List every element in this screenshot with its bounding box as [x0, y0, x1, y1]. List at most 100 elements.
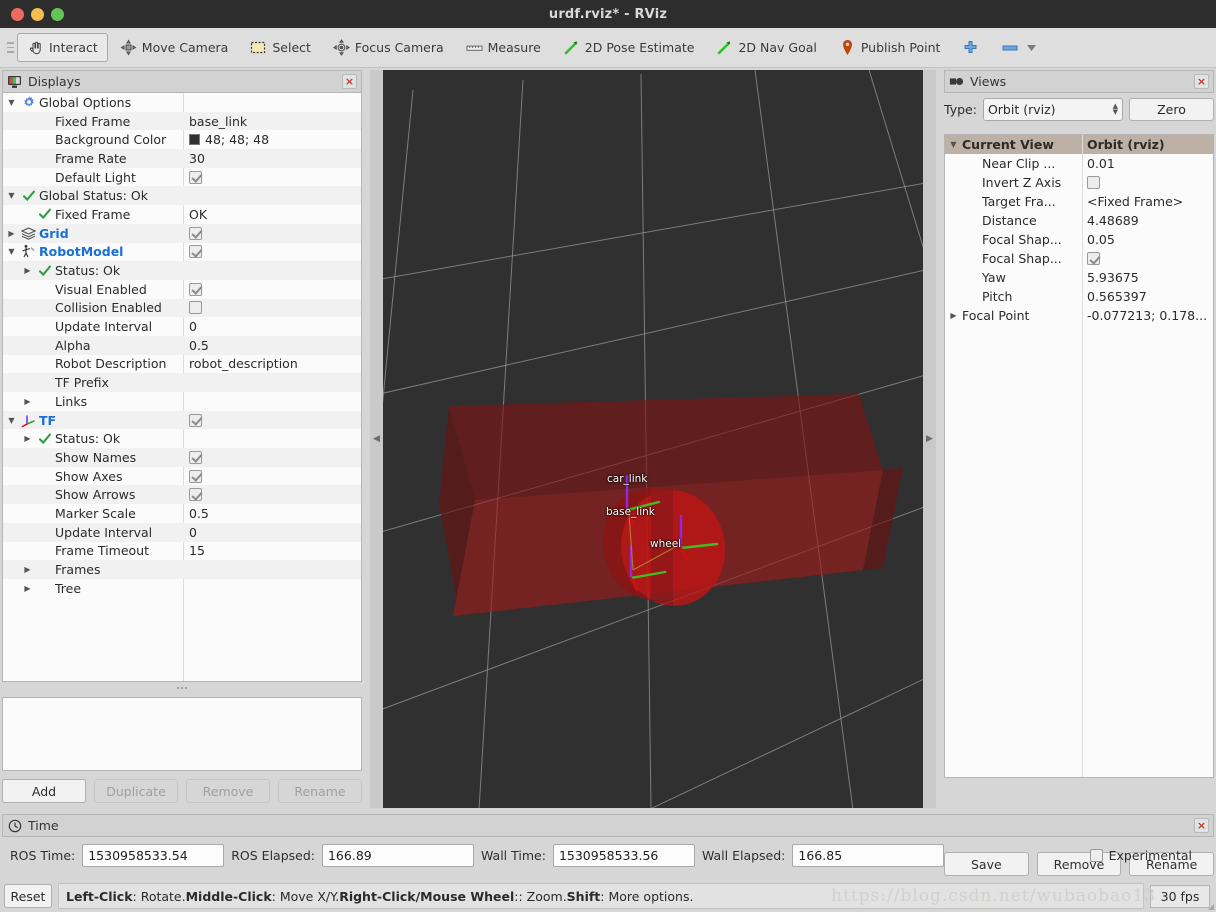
- display-row-value-cell[interactable]: [183, 226, 361, 240]
- display-row[interactable]: Fixed Frame OK: [3, 205, 361, 224]
- views-row-value-cell[interactable]: 0.565397: [1082, 289, 1213, 304]
- display-row-checkbox[interactable]: [189, 226, 202, 240]
- display-row-value-cell[interactable]: OK: [183, 207, 361, 222]
- display-row-value-cell[interactable]: 0: [183, 319, 361, 334]
- display-row-value-cell[interactable]: [183, 301, 361, 315]
- display-row[interactable]: Background Color 48; 48; 48: [3, 130, 361, 149]
- display-row[interactable]: Robot Description robot_description: [3, 355, 361, 374]
- tool-publish-point[interactable]: Publish Point: [829, 33, 951, 62]
- display-row[interactable]: Frame Timeout 15: [3, 542, 361, 561]
- view-type-select[interactable]: Orbit (rviz) ▲ ▼: [982, 97, 1123, 121]
- views-row[interactable]: Pitch 0.565397: [945, 287, 1213, 306]
- views-row-checkbox[interactable]: [1087, 252, 1100, 265]
- chevron-down-icon[interactable]: ▼: [947, 140, 960, 149]
- experimental-checkbox[interactable]: [1089, 848, 1103, 862]
- views-row-value-cell[interactable]: [1082, 252, 1213, 265]
- views-tree[interactable]: ▼ Current View Orbit (rviz) Near Clip ... 0.…: [944, 134, 1214, 778]
- views-row-value-cell[interactable]: <Fixed Frame>: [1082, 194, 1213, 209]
- chevron-right-icon[interactable]: ▶: [5, 229, 18, 238]
- display-row[interactable]: ▼ RobotModel: [3, 243, 361, 262]
- chevron-right-icon[interactable]: ▶: [21, 565, 34, 574]
- display-row-checkbox[interactable]: [189, 450, 202, 464]
- time-field-input[interactable]: 166.85: [792, 843, 945, 867]
- time-field-input[interactable]: 1530958533.56: [552, 843, 695, 867]
- render-viewport-3d[interactable]: car_link base_link wheel: [383, 70, 923, 808]
- display-row-value-cell[interactable]: base_link: [183, 114, 361, 129]
- views-row[interactable]: ▶ Focal Point -0.077213; 0.178...: [945, 306, 1213, 325]
- display-row-checkbox[interactable]: [189, 488, 202, 502]
- display-row-checkbox[interactable]: [189, 413, 202, 427]
- triangle-left-icon[interactable]: ◀: [370, 70, 383, 808]
- display-row[interactable]: Alpha 0.5: [3, 335, 361, 355]
- views-header-row[interactable]: ▼ Current View Orbit (rviz): [945, 135, 1213, 154]
- display-row[interactable]: TF Prefix: [3, 373, 361, 392]
- views-row-value-cell[interactable]: 5.93675: [1082, 270, 1213, 285]
- views-row[interactable]: Near Clip ... 0.01: [945, 154, 1213, 173]
- display-row-value-cell[interactable]: [183, 450, 361, 464]
- resize-grip[interactable]: ◢: [1208, 902, 1214, 911]
- views-row-value-cell[interactable]: 0.01: [1082, 156, 1213, 171]
- tool-interact[interactable]: Interact: [17, 33, 108, 62]
- display-row[interactable]: Update Interval 0: [3, 522, 361, 542]
- chevron-down-icon[interactable]: ▼: [5, 98, 18, 107]
- display-row-checkbox[interactable]: [189, 245, 202, 259]
- triangle-right-icon[interactable]: ▶: [923, 70, 936, 808]
- time-field-input[interactable]: 1530958533.54: [82, 843, 225, 867]
- display-row-value-cell[interactable]: [183, 245, 361, 259]
- chevron-down-icon[interactable]: ▼: [5, 191, 18, 200]
- reset-button[interactable]: Reset: [4, 884, 52, 908]
- tool-focus-camera[interactable]: Focus Camera: [323, 33, 454, 62]
- display-row-value-cell[interactable]: 0.5: [183, 506, 361, 521]
- views-row-value-cell[interactable]: 0.05: [1082, 232, 1213, 247]
- views-row-value-cell[interactable]: 4.48689: [1082, 213, 1213, 228]
- display-row[interactable]: Default Light: [3, 168, 361, 187]
- views-row[interactable]: Yaw 5.93675: [945, 268, 1213, 287]
- close-icon[interactable]: ×: [1194, 818, 1209, 833]
- close-icon[interactable]: ×: [1194, 74, 1209, 89]
- chevron-right-icon[interactable]: ▶: [21, 584, 34, 593]
- display-row[interactable]: Marker Scale 0.5: [3, 504, 361, 523]
- display-row[interactable]: ▼ Global Status: Ok: [3, 186, 361, 206]
- display-row[interactable]: ▶ Links: [3, 392, 361, 411]
- display-row-value-cell[interactable]: 0.5: [183, 338, 361, 353]
- display-row-value-cell[interactable]: [183, 469, 361, 483]
- views-row[interactable]: Focal Shap...: [945, 249, 1213, 268]
- display-row-value-cell[interactable]: [183, 413, 361, 427]
- tool-2d-pose-estimate[interactable]: 2D Pose Estimate: [553, 33, 705, 62]
- display-row[interactable]: ▶ Grid: [3, 223, 361, 243]
- views-row[interactable]: Focal Shap... 0.05: [945, 230, 1213, 249]
- display-row[interactable]: Frame Rate 30: [3, 149, 361, 168]
- chevron-right-icon[interactable]: ▶: [21, 434, 34, 443]
- chevron-down-icon[interactable]: ▼: [5, 247, 18, 256]
- chevron-right-icon[interactable]: ▶: [21, 397, 34, 406]
- chevron-down-icon[interactable]: ▼: [5, 416, 18, 425]
- displays-tree[interactable]: ▼ Global Options Fixed Frame base_link Backg…: [2, 93, 362, 682]
- chevron-right-icon[interactable]: ▶: [21, 266, 34, 275]
- display-row-value-cell[interactable]: [183, 170, 361, 184]
- display-row[interactable]: Show Arrows: [3, 485, 361, 505]
- display-row[interactable]: Visual Enabled: [3, 280, 361, 299]
- chevron-right-icon[interactable]: ▶: [947, 311, 960, 320]
- views-row[interactable]: Invert Z Axis: [945, 173, 1213, 192]
- display-row-value-cell[interactable]: 0: [183, 525, 361, 540]
- tool-move-camera[interactable]: Move Camera: [110, 33, 239, 62]
- display-row[interactable]: Show Names: [3, 448, 361, 467]
- displays-add-button[interactable]: Add: [2, 779, 86, 803]
- views-row[interactable]: Target Fra... <Fixed Frame>: [945, 192, 1213, 211]
- views-row-checkbox[interactable]: [1087, 176, 1100, 189]
- display-row[interactable]: ▼ Global Options: [3, 93, 361, 112]
- display-row[interactable]: ▶ Tree: [3, 579, 361, 598]
- close-icon[interactable]: ×: [342, 74, 357, 89]
- tool-2d-nav-goal[interactable]: 2D Nav Goal: [706, 33, 826, 62]
- display-row-checkbox[interactable]: [189, 301, 202, 315]
- chevron-down-icon[interactable]: [1023, 39, 1040, 56]
- display-row-value-cell[interactable]: 15: [183, 543, 361, 558]
- display-row[interactable]: ▼ TF: [3, 410, 361, 430]
- displays-detail-box[interactable]: [2, 697, 362, 771]
- views-row-value-cell[interactable]: [1082, 176, 1213, 189]
- time-field-input[interactable]: 166.89: [321, 843, 474, 867]
- zero-button[interactable]: Zero: [1129, 97, 1214, 121]
- display-row[interactable]: Update Interval 0: [3, 317, 361, 336]
- display-row[interactable]: Show Axes: [3, 467, 361, 486]
- display-row[interactable]: ▶ Status: Ok: [3, 261, 361, 280]
